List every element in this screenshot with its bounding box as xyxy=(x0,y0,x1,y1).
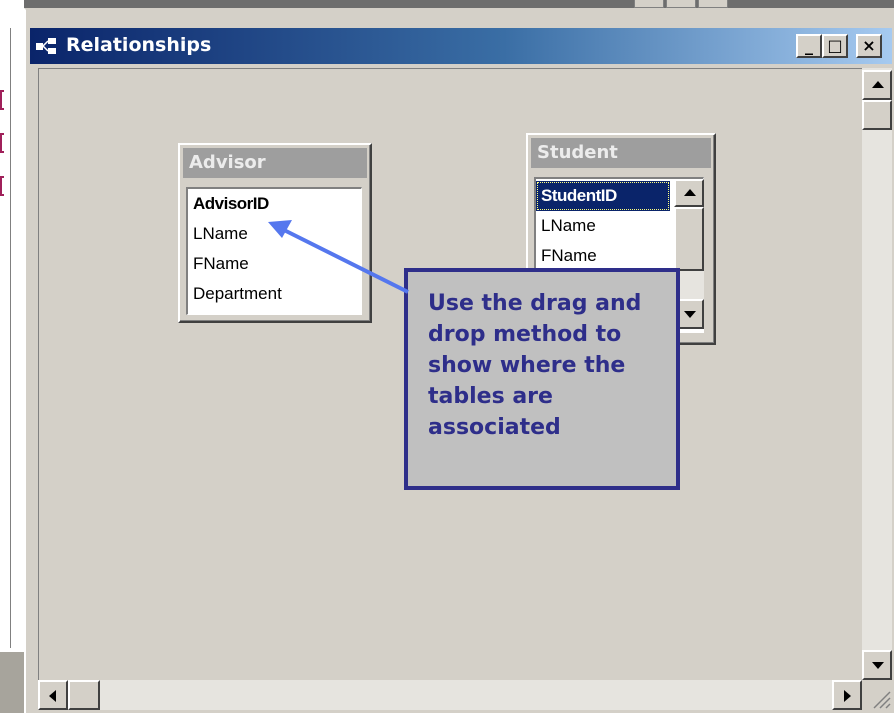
background-button xyxy=(666,0,696,8)
background-marker xyxy=(0,133,4,153)
background-toolbar xyxy=(24,0,894,8)
field-lname[interactable]: LName xyxy=(536,211,670,241)
minimize-button[interactable]: _ xyxy=(796,34,822,58)
relationships-icon xyxy=(36,38,56,54)
maximize-button[interactable]: □ xyxy=(822,34,848,58)
close-button[interactable]: × xyxy=(856,34,882,58)
background-button xyxy=(634,0,664,8)
student-scroll-thumb[interactable] xyxy=(674,207,704,271)
arrow-right-icon xyxy=(844,690,851,702)
arrow-left-icon xyxy=(49,690,56,702)
resize-grip-icon xyxy=(873,691,891,709)
student-field-items: StudentID LName FName xyxy=(536,181,670,271)
window-title: Relationships xyxy=(66,34,212,56)
instruction-callout: Use the drag and drop method to show whe… xyxy=(404,268,680,490)
field-fname[interactable]: FName xyxy=(536,241,670,271)
field-fname[interactable]: FName xyxy=(188,249,361,279)
background-divider xyxy=(10,28,11,648)
arrow-down-icon xyxy=(684,311,696,318)
arrow-up-icon xyxy=(684,189,696,196)
field-studentid[interactable]: StudentID xyxy=(536,181,670,211)
background-panel xyxy=(0,652,24,713)
arrow-down-icon xyxy=(872,662,884,669)
scroll-right-button[interactable] xyxy=(832,680,862,710)
size-grip[interactable] xyxy=(862,680,892,710)
title-bar[interactable]: Relationships _ □ × xyxy=(30,28,892,64)
minimize-icon: _ xyxy=(805,36,813,55)
advisor-table[interactable]: Advisor AdvisorID LName FName Department xyxy=(178,143,372,323)
student-table-title[interactable]: Student xyxy=(531,138,711,168)
arrow-up-icon xyxy=(872,81,884,88)
maximize-icon: □ xyxy=(827,36,843,55)
scroll-left-button[interactable] xyxy=(38,680,68,710)
scroll-up-button[interactable] xyxy=(862,70,892,100)
field-department[interactable]: Department xyxy=(188,279,361,309)
field-lname[interactable]: LName xyxy=(188,219,361,249)
advisor-table-title[interactable]: Advisor xyxy=(183,148,367,178)
vertical-scrollbar[interactable] xyxy=(862,68,892,682)
advisor-field-list[interactable]: AdvisorID LName FName Department xyxy=(186,187,362,315)
horizontal-scrollbar[interactable] xyxy=(38,680,862,710)
scroll-down-button[interactable] xyxy=(862,650,892,680)
callout-text: Use the drag and drop method to show whe… xyxy=(428,291,642,440)
close-icon: × xyxy=(862,36,876,55)
horizontal-scroll-thumb[interactable] xyxy=(68,680,100,710)
field-advisorid[interactable]: AdvisorID xyxy=(188,189,361,219)
vertical-scroll-thumb[interactable] xyxy=(862,100,892,130)
scroll-up-button[interactable] xyxy=(674,179,704,207)
background-marker xyxy=(0,90,4,110)
background-button xyxy=(698,0,728,8)
background-marker xyxy=(0,176,4,196)
